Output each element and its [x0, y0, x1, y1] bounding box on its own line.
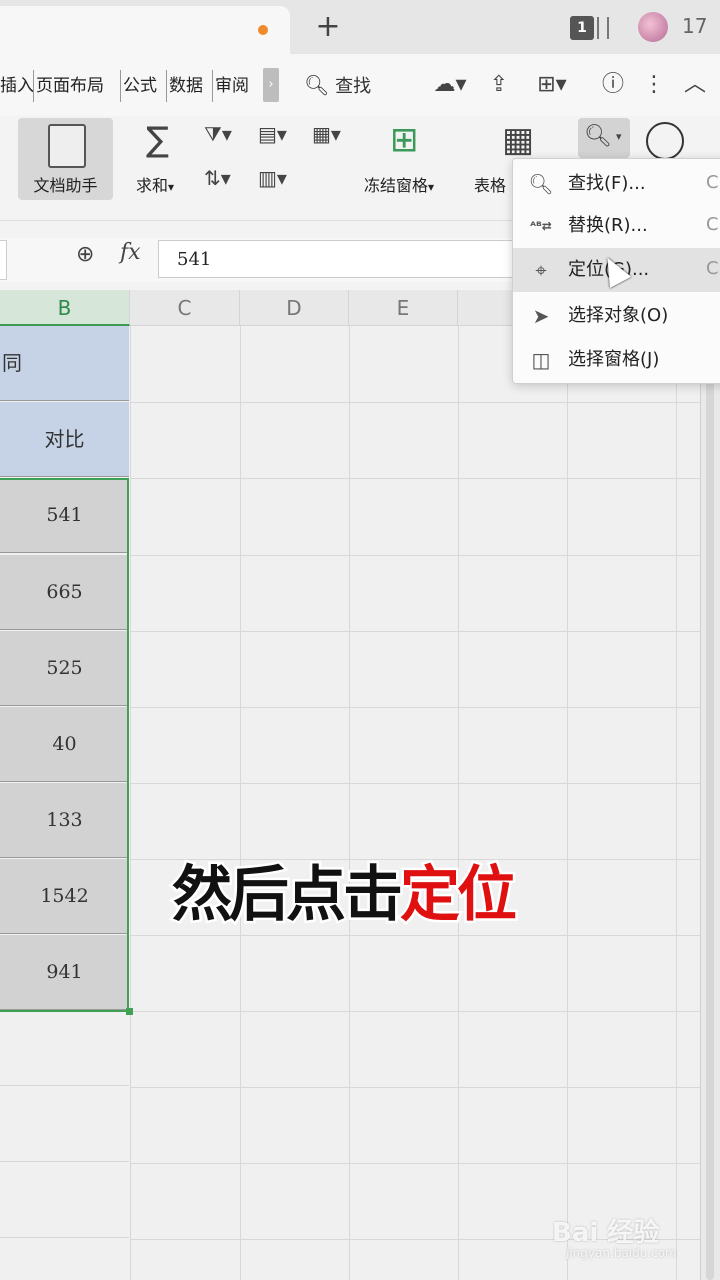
grid-line: [458, 326, 459, 1280]
sort-icon[interactable]: ⇅▾: [204, 166, 231, 190]
window-stack-icon: [597, 17, 609, 39]
replace-icon: ᴬᴮ⇄: [530, 219, 552, 233]
select-object-icon: ➤: [532, 304, 550, 328]
dropdown-selection-pane-label: 选择窗格(J): [568, 349, 660, 370]
freeze-panes-button[interactable]: 冻结窗格▾: [364, 172, 434, 196]
menu-data[interactable]: 数据: [169, 72, 203, 100]
help-icon[interactable]: ⓘ: [598, 68, 628, 102]
fill-icon[interactable]: ▤▾: [258, 122, 287, 146]
cell-b-header-1[interactable]: 同: [0, 326, 129, 401]
scrollbar-thumb[interactable]: [706, 330, 714, 1280]
row-col-icon[interactable]: ▦▾: [312, 122, 341, 146]
grid-line: [130, 1087, 700, 1088]
grid-line: [130, 555, 700, 556]
caption-part-2: 定位: [398, 858, 520, 933]
menu-search-label: 查找: [335, 76, 372, 97]
grid-line: [240, 326, 241, 1280]
dropdown-select-object-label: 选择对象(O): [568, 305, 669, 326]
column-header-b[interactable]: B: [0, 290, 130, 326]
search-icon: 🔍︎: [584, 124, 612, 149]
tutorial-caption: 然后点击定位: [170, 846, 520, 933]
sum-icon[interactable]: ∑: [146, 120, 169, 160]
locate-icon: ⌖: [535, 258, 547, 282]
grid-line: [130, 1011, 700, 1012]
fx-icon[interactable]: fx: [120, 240, 141, 265]
user-count: 17: [682, 14, 708, 38]
grid-line: [130, 402, 700, 403]
document-assistant-icon: [48, 124, 86, 168]
menu-search-button[interactable]: 🔍︎ 查找: [304, 68, 400, 102]
menu-divider: [120, 70, 121, 102]
new-tab-button[interactable]: +: [314, 12, 342, 44]
search-icon: 🔍︎: [528, 172, 554, 196]
baidu-watermark-logo: Bai 经验: [552, 1218, 660, 1248]
grid-line: [130, 935, 700, 936]
dropdown-find-label: 查找(F)...: [568, 173, 646, 194]
freeze-panes-icon[interactable]: ⊞: [390, 120, 419, 160]
dropdown-locate-shortcut: C: [706, 258, 719, 279]
cell-b-header-2[interactable]: 对比: [0, 402, 129, 477]
shape-circle-icon[interactable]: [646, 122, 684, 160]
share-icon[interactable]: ⇪: [484, 68, 514, 102]
search-icon: 🔍︎: [304, 73, 330, 97]
grid-line: [130, 631, 700, 632]
sum-label: 求和: [136, 176, 169, 195]
grid-line: [130, 1163, 700, 1164]
find-select-button[interactable]: 🔍︎ ▾: [578, 118, 630, 158]
add-icon[interactable]: ⊞▾: [530, 68, 574, 102]
menu-divider: [166, 70, 167, 102]
freeze-panes-label: 冻结窗格: [364, 176, 429, 195]
grid-line: [130, 783, 700, 784]
grid-line: [130, 326, 131, 1280]
chevron-down-icon: ▾: [616, 130, 622, 143]
sum-button[interactable]: 求和▾: [136, 172, 174, 196]
zoom-icon[interactable]: ⊕: [76, 242, 94, 267]
grid-line: [130, 478, 700, 479]
caption-part-1: 然后点击: [170, 858, 406, 933]
fill-handle[interactable]: [126, 1008, 133, 1015]
dropdown-replace-label: 替换(R)...: [568, 215, 648, 236]
grid-line: [349, 326, 350, 1280]
menu-formula[interactable]: 公式: [123, 72, 157, 100]
cloud-sync-icon[interactable]: ☁▾: [428, 68, 472, 102]
window-count-badge[interactable]: 1: [570, 16, 594, 40]
column-header-e[interactable]: E: [349, 290, 458, 326]
grid-line: [567, 326, 568, 1280]
format-icon[interactable]: ▥▾: [258, 166, 287, 190]
dropdown-replace-shortcut: C: [706, 214, 719, 235]
menu-insert[interactable]: 插入: [0, 72, 34, 100]
selection-pane-icon: ◫: [531, 348, 551, 372]
user-avatar[interactable]: [638, 12, 668, 42]
name-box[interactable]: [0, 240, 7, 280]
collapse-ribbon-icon[interactable]: ︿: [680, 68, 710, 102]
unsaved-dot-icon: [258, 25, 268, 35]
more-options-icon[interactable]: ⋮: [642, 68, 666, 102]
document-assistant-label: 文档助手: [33, 176, 98, 195]
table-button[interactable]: 表格: [474, 172, 506, 196]
column-header-c[interactable]: C: [130, 290, 240, 326]
grid-line: [130, 707, 700, 708]
dropdown-find-shortcut: C: [706, 172, 719, 193]
cell-b-empty[interactable]: [0, 1087, 129, 1162]
menu-divider: [33, 70, 34, 102]
menu-divider: [212, 70, 213, 102]
baidu-watermark-url: jingyan.baidu.com: [566, 1246, 677, 1260]
menu-review[interactable]: 审阅: [215, 72, 249, 100]
cell-b-empty[interactable]: [0, 1011, 129, 1086]
menu-page-layout[interactable]: 页面布局: [36, 72, 104, 100]
active-tab[interactable]: [0, 6, 290, 54]
grid-line: [676, 326, 677, 1280]
filter-icon[interactable]: ⧩▾: [204, 122, 232, 146]
selection-range: [0, 478, 129, 1012]
cell-b-empty[interactable]: [0, 1163, 129, 1238]
column-header-d[interactable]: D: [240, 290, 349, 326]
menu-more-button[interactable]: ›: [263, 68, 279, 102]
table-icon[interactable]: ▦: [502, 120, 534, 160]
